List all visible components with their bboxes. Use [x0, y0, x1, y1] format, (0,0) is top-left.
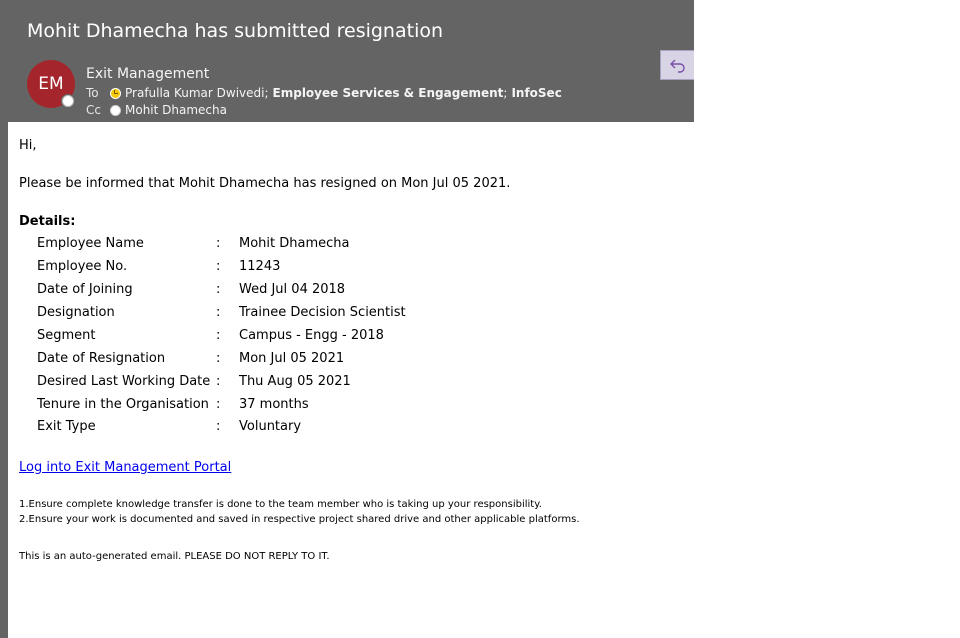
cc-label: Cc — [86, 103, 101, 117]
recipient-infosec[interactable]: InfoSec — [511, 86, 561, 100]
away-status-icon — [110, 87, 121, 99]
presence-status-icon — [61, 94, 75, 108]
detail-colon: : — [216, 236, 221, 251]
note-knowledge-transfer: 1.Ensure complete knowledge transfer is … — [19, 499, 542, 510]
recipient-employee-services[interactable]: Employee Services & Engagement — [273, 86, 504, 100]
greeting: Hi, — [19, 138, 37, 153]
intro-text: Please be informed that Mohit Dhamecha h… — [19, 176, 511, 191]
recipient-separator: ; — [503, 86, 508, 100]
detail-colon: : — [216, 351, 221, 366]
detail-label: Exit Type — [37, 419, 96, 434]
detail-colon: : — [216, 259, 221, 274]
detail-value: 37 months — [239, 397, 309, 412]
detail-colon: : — [216, 282, 221, 297]
detail-colon: : — [216, 419, 221, 434]
detail-value: Wed Jul 04 2018 — [239, 282, 346, 297]
detail-value: Mohit Dhamecha — [239, 236, 350, 251]
sender-name[interactable]: Exit Management — [86, 66, 209, 82]
reply-arrow-icon — [669, 59, 685, 73]
detail-value: Mon Jul 05 2021 — [239, 351, 345, 366]
detail-label: Tenure in the Organisation — [37, 397, 209, 412]
recipient-mohit[interactable]: Mohit Dhamecha — [125, 103, 227, 117]
detail-value: 11243 — [239, 259, 281, 274]
detail-colon: : — [216, 397, 221, 412]
detail-label: Designation — [37, 305, 115, 320]
reply-button[interactable] — [660, 50, 694, 80]
detail-colon: : — [216, 328, 221, 343]
detail-label: Employee Name — [37, 236, 144, 251]
detail-label: Date of Resignation — [37, 351, 166, 366]
offline-status-icon — [110, 104, 121, 116]
detail-label: Desired Last Working Date — [37, 374, 211, 389]
recipient-prafulla[interactable]: Prafulla Kumar Dwivedi — [125, 86, 264, 100]
detail-value: Thu Aug 05 2021 — [239, 374, 351, 389]
detail-label: Date of Joining — [37, 282, 133, 297]
detail-colon: : — [216, 374, 221, 389]
cc-recipients: Cc Mohit Dhamecha — [86, 103, 227, 117]
detail-label: Segment — [37, 328, 96, 343]
email-subject: Mohit Dhamecha has submitted resignation — [27, 20, 444, 42]
recipient-separator: ; — [264, 86, 269, 100]
detail-value: Voluntary — [239, 419, 302, 434]
exit-portal-link[interactable]: Log into Exit Management Portal — [19, 460, 231, 475]
to-recipients: To Prafulla Kumar Dwivedi; Employee Serv… — [86, 86, 562, 100]
detail-label: Employee No. — [37, 259, 128, 274]
message-header: Mohit Dhamecha has submitted resignation… — [0, 0, 694, 122]
avatar-initials: EM — [38, 74, 64, 94]
auto-generated-footer: This is an auto-generated email. PLEASE … — [19, 551, 330, 562]
note-documentation: 2.Ensure your work is documented and sav… — [19, 514, 580, 525]
to-label: To — [86, 86, 99, 100]
detail-value: Trainee Decision Scientist — [239, 305, 406, 320]
detail-colon: : — [216, 305, 221, 320]
detail-value: Campus - Engg - 2018 — [239, 328, 384, 343]
details-heading: Details: — [19, 214, 76, 229]
